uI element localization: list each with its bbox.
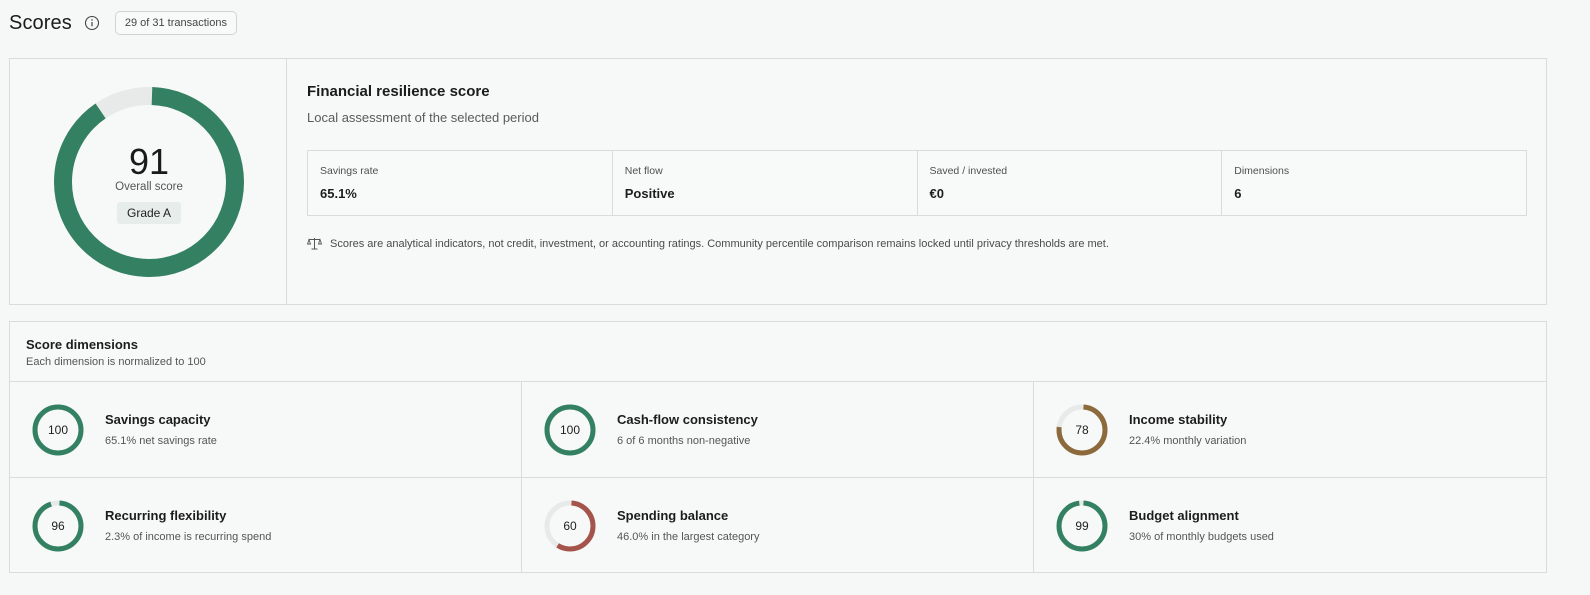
dimension-ring: 100 — [31, 403, 85, 457]
dimension-description: 2.3% of income is recurring spend — [105, 531, 272, 543]
metric-savings-rate: Savings rate 65.1% — [308, 151, 613, 215]
score-dimensions-card: Score dimensions Each dimension is norma… — [9, 321, 1547, 573]
dimension-budget-alignment: 99 Budget alignment 30% of monthly budge… — [1034, 478, 1546, 573]
overall-score-caption: Overall score — [115, 181, 183, 193]
dimension-description: 65.1% net savings rate — [105, 435, 217, 447]
dimension-title: Cash-flow consistency — [617, 412, 758, 427]
page-header: Scores 29 of 31 transactions — [9, 10, 237, 36]
metric-value: 65.1% — [320, 186, 357, 201]
dimension-score: 96 — [51, 519, 65, 533]
dimension-score: 100 — [559, 423, 581, 437]
overall-ring-center: 91 Overall score Grade A — [53, 86, 245, 278]
dimension-score: 99 — [1075, 519, 1089, 533]
summary-subtitle: Local assessment of the selected period — [307, 110, 539, 125]
grade-badge: Grade A — [117, 202, 181, 224]
dimension-score: 60 — [563, 519, 577, 533]
dimension-description: 22.4% monthly variation — [1129, 435, 1247, 447]
disclaimer: Scores are analytical indicators, not cr… — [307, 237, 1109, 250]
metric-value: €0 — [929, 186, 944, 201]
dimension-score: 100 — [47, 423, 69, 437]
dimension-score: 78 — [1075, 423, 1089, 437]
scores-page: Scores 29 of 31 transactions 91 Overall … — [0, 0, 1590, 595]
dimension-title: Spending balance — [617, 508, 729, 523]
metric-saved-invested: Saved / invested €0 — [918, 151, 1223, 215]
dimensions-header: Score dimensions Each dimension is norma… — [10, 322, 1546, 382]
metric-label: Savings rate — [320, 165, 379, 177]
dimension-title: Recurring flexibility — [105, 508, 227, 523]
dimension-ring: 96 — [31, 499, 85, 553]
dimension-spending-balance: 60 Spending balance 46.0% in the largest… — [522, 478, 1034, 573]
summary-title: Financial resilience score — [307, 83, 490, 100]
overall-score-value: 91 — [128, 141, 170, 182]
dimension-recurring-flexibility: 96 Recurring flexibility 2.3% of income … — [10, 478, 522, 573]
dimensions-subtitle: Each dimension is normalized to 100 — [26, 356, 206, 368]
metric-label: Net flow — [624, 165, 663, 177]
metric-label: Dimensions — [1234, 165, 1290, 177]
dimension-description: 46.0% in the largest category — [617, 531, 760, 543]
overall-score-panel: 91 Overall score Grade A — [10, 59, 287, 304]
dimension-ring: 60 — [543, 499, 597, 553]
resilience-score-card: 91 Overall score Grade A Financial resil… — [9, 58, 1547, 305]
scale-icon — [307, 237, 322, 250]
page-title: Scores — [9, 11, 72, 34]
dimension-description: 30% of monthly budgets used — [1129, 531, 1274, 543]
transactions-count-badge: 29 of 31 transactions — [114, 11, 237, 35]
metric-value: Positive — [624, 186, 675, 201]
dimension-ring: 78 — [1055, 403, 1109, 457]
dimension-title: Income stability — [1129, 412, 1228, 427]
dimension-ring: 99 — [1055, 499, 1109, 553]
metric-label: Saved / invested — [929, 165, 1008, 177]
metric-value: 6 — [1234, 186, 1242, 201]
info-icon[interactable] — [84, 15, 100, 31]
metric-net-flow: Net flow Positive — [613, 151, 918, 215]
overall-score-ring: 91 Overall score Grade A — [53, 86, 245, 278]
dimension-title: Budget alignment — [1129, 508, 1239, 523]
dimensions-grid: 100 Savings capacity 65.1% net savings r… — [10, 382, 1546, 573]
metric-grid: Savings rate 65.1% Net flow Positive Sav… — [307, 150, 1527, 216]
dimension-savings-capacity: 100 Savings capacity 65.1% net savings r… — [10, 382, 522, 478]
dimensions-title: Score dimensions — [26, 337, 138, 352]
metric-dimensions: Dimensions 6 — [1222, 151, 1526, 215]
dimension-description: 6 of 6 months non-negative — [617, 435, 751, 447]
dimension-ring: 100 — [543, 403, 597, 457]
summary-panel: Financial resilience score Local assessm… — [287, 59, 1546, 304]
disclaimer-text: Scores are analytical indicators, not cr… — [330, 237, 1109, 250]
dimension-income-stability: 78 Income stability 22.4% monthly variat… — [1034, 382, 1546, 478]
dimension-title: Savings capacity — [105, 412, 211, 427]
dimension-cash-flow-consistency: 100 Cash-flow consistency 6 of 6 months … — [522, 382, 1034, 478]
